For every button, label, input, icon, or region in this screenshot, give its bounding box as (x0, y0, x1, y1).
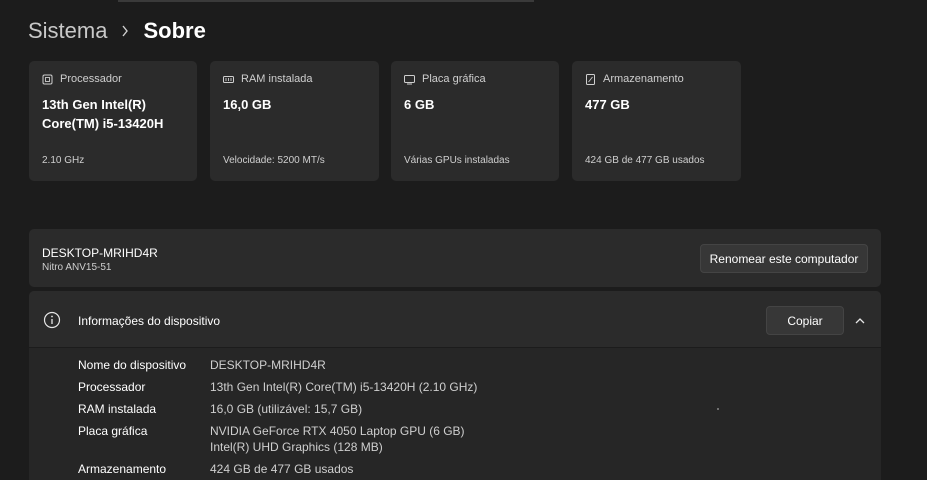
info-row-label: Armazenamento (78, 462, 167, 476)
memory-icon (223, 75, 234, 83)
spec-card-processor: Processador 13th Gen Intel(R) Core(TM) i… (29, 61, 197, 181)
info-row-value: 13th Gen Intel(R) Core(TM) i5-13420H (2.… (210, 380, 478, 394)
breadcrumb-sistema-link[interactable]: Sistema (28, 18, 107, 44)
graphics-value-line-1: NVIDIA GeForce RTX 4050 Laptop GPU (6 GB… (210, 424, 465, 438)
device-model: Nitro ANV15-51 (42, 262, 112, 273)
graphics-card-icon (404, 74, 415, 84)
spec-card-graphics: Placa gráfica 6 GB Várias GPUs instalada… (391, 61, 559, 181)
processor-value-line-2: Core(TM) i5-13420H (42, 116, 164, 131)
top-divider (118, 0, 534, 2)
spec-card-header: Placa gráfica (404, 73, 486, 85)
device-name-card: DESKTOP-MRIHD4R Nitro ANV15-51 Renomear … (29, 229, 881, 287)
info-row-value: 16,0 GB (utilizável: 15,7 GB) (210, 402, 363, 416)
processor-icon (42, 74, 53, 84)
spec-card-header: Armazenamento (585, 73, 684, 85)
device-info-section: Informações do dispositivo Copiar Nome d… (29, 291, 881, 480)
info-row-label: Processador (78, 380, 146, 394)
processor-value-line-1: 13th Gen Intel(R) (42, 97, 147, 112)
spec-card-label: Processador (60, 73, 122, 85)
spec-card-label: RAM instalada (241, 73, 313, 85)
info-row-label: Nome do dispositivo (78, 358, 187, 372)
spec-card-value: 477 GB (585, 97, 630, 112)
spec-card-label: Armazenamento (603, 73, 684, 85)
spec-card-value: 13th Gen Intel(R) Core(TM) i5-13420H (42, 95, 163, 133)
info-icon (43, 311, 61, 329)
spec-card-subtext: Velocidade: 5200 MT/s (223, 155, 325, 166)
spec-card-value: 16,0 GB (223, 97, 272, 112)
spec-card-subtext: 424 GB de 477 GB usados (585, 155, 705, 166)
rename-computer-button[interactable]: Renomear este computador (700, 244, 868, 273)
spec-card-value: 6 GB (404, 97, 435, 112)
info-row-label: RAM instalada (78, 402, 157, 416)
storage-icon (586, 73, 595, 85)
info-row-value: NVIDIA GeForce RTX 4050 Laptop GPU (6 GB… (210, 423, 710, 455)
spec-card-label: Placa gráfica (422, 73, 486, 85)
spec-card-subtext: Várias GPUs instaladas (404, 155, 510, 166)
graphics-value-line-2: Intel(R) UHD Graphics (128 MB) (210, 440, 383, 454)
info-row-value: 424 GB de 477 GB usados (210, 462, 354, 476)
cursor-dot (717, 408, 719, 410)
spec-card-subtext: 2.10 GHz (42, 155, 85, 166)
spec-card-header: RAM instalada (223, 73, 313, 85)
spec-card-storage: Armazenamento 477 GB 424 GB de 477 GB us… (572, 61, 741, 181)
page-title: Sobre (143, 18, 206, 43)
chevron-up-icon[interactable] (852, 313, 868, 329)
device-info-header[interactable]: Informações do dispositivo Copiar (29, 291, 881, 348)
device-info-title: Informações do dispositivo (78, 314, 221, 328)
chevron-right-icon (121, 25, 129, 37)
info-row-label: Placa gráfica (78, 424, 148, 438)
settings-window: Sistema Sobre Processador 13th Gen Intel… (0, 0, 927, 480)
device-name: DESKTOP-MRIHD4R (42, 246, 158, 260)
spec-card-header: Processador (42, 73, 122, 85)
copy-button[interactable]: Copiar (766, 306, 844, 335)
breadcrumb: Sistema Sobre (28, 16, 206, 46)
spec-card-ram: RAM instalada 16,0 GB Velocidade: 5200 M… (210, 61, 379, 181)
info-row-value: DESKTOP-MRIHD4R (210, 358, 326, 372)
